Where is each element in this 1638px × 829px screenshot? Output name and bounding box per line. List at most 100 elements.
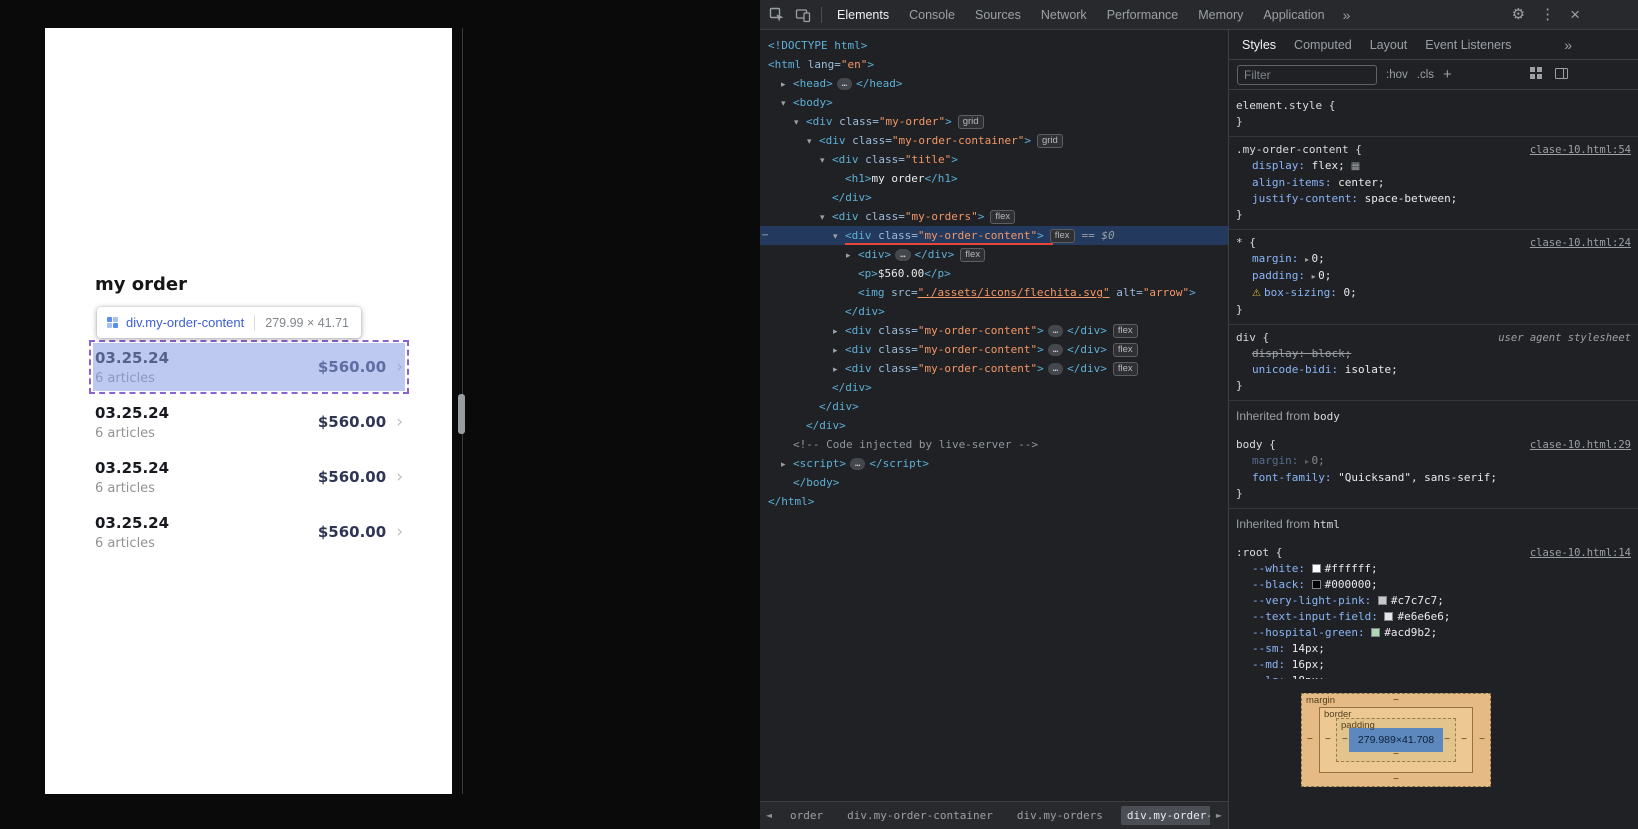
border-right-value[interactable]: −	[1461, 735, 1467, 745]
padding-right-value[interactable]: −	[1444, 735, 1450, 745]
css-declaration[interactable]: --black: #000000;	[1229, 577, 1638, 593]
layout-badge-flex[interactable]: flex	[1112, 343, 1138, 357]
breadcrumb-prev-icon[interactable]: ◄	[760, 811, 778, 820]
devtools-tab-elements[interactable]: Elements	[827, 0, 899, 30]
source-link[interactable]: clase-10.html:24	[1520, 235, 1631, 251]
css-declaration[interactable]: justify-content: space-between;	[1229, 191, 1638, 207]
order-list-item[interactable]: 03.25.246 articles$560.00›	[95, 455, 403, 499]
rule-selector[interactable]: .my-order-content {	[1236, 142, 1362, 158]
chevron-right-icon[interactable]: ›	[396, 468, 403, 486]
layout-badge-flex[interactable]: flex	[960, 248, 986, 262]
css-declaration[interactable]: padding: ▸ 0;	[1229, 268, 1638, 285]
source-link[interactable]: clase-10.html:29	[1520, 437, 1631, 453]
rule-selector[interactable]: body {	[1236, 437, 1276, 453]
tree-line[interactable]: ▸ <head>… </head>	[760, 74, 1228, 93]
css-declaration[interactable]: --md: 16px;	[1229, 657, 1638, 673]
scrollbar-thumb[interactable]	[458, 394, 465, 434]
tree-line[interactable]: </div>	[760, 188, 1228, 207]
css-declaration[interactable]: margin: ▸ 0;	[1229, 251, 1638, 268]
css-declaration[interactable]: margin: ▸ 0;	[1229, 453, 1638, 470]
sidebar-tab-styles[interactable]: Styles	[1233, 30, 1285, 60]
css-declaration[interactable]: font-family: "Quicksand", sans-serif;	[1229, 470, 1638, 486]
tree-line[interactable]: ▸ <script>… </script>	[760, 454, 1228, 473]
layout-badge-flex[interactable]: flex	[1049, 229, 1075, 243]
tree-line[interactable]: </div>	[760, 378, 1228, 397]
layout-badge-flex[interactable]: flex	[1112, 324, 1138, 338]
css-declaration[interactable]: unicode-bidi: isolate;	[1229, 362, 1638, 378]
breadcrumb-item[interactable]: order	[784, 806, 829, 825]
device-toolbar-icon[interactable]	[790, 2, 816, 28]
devtools-tab-network[interactable]: Network	[1031, 0, 1097, 30]
breadcrumb-item[interactable]: div.my-orders	[1011, 806, 1109, 825]
tree-line[interactable]: ▸ <div class="my-order-content">… </div> fl…	[760, 340, 1228, 359]
css-declaration[interactable]: ⚠ box-sizing: 0;	[1229, 285, 1638, 302]
tree-line[interactable]: ▾ <div class="title">	[760, 150, 1228, 169]
more-sidebar-tabs-icon[interactable]: »	[1564, 37, 1572, 53]
color-swatch[interactable]	[1377, 596, 1387, 605]
css-declaration[interactable]: align-items: center;	[1229, 175, 1638, 191]
border-left-value[interactable]: −	[1325, 735, 1331, 745]
collapsed-content-icon[interactable]: …	[1047, 363, 1064, 375]
margin-top-value[interactable]: −	[1393, 696, 1399, 706]
inherited-ref[interactable]: html	[1313, 518, 1340, 531]
tree-line[interactable]: ▸ <div class="my-order-content">… </div> fl…	[760, 321, 1228, 340]
page-scrollbar[interactable]	[456, 28, 468, 794]
tree-line[interactable]: <html lang="en">	[760, 55, 1228, 74]
box-model-padding[interactable]: padding − − − 279.989×41.708	[1336, 718, 1456, 762]
more-tabs-icon[interactable]: »	[1335, 0, 1359, 30]
devtools-tab-performance[interactable]: Performance	[1097, 0, 1189, 30]
inherited-ref[interactable]: body	[1313, 410, 1340, 423]
tree-line[interactable]: ⋯ ▾ <div class="my-order-content"> flex == $…	[760, 226, 1228, 245]
collapsed-content-icon[interactable]: …	[895, 249, 911, 261]
tree-line[interactable]: <h1>my order</h1>	[760, 169, 1228, 188]
breadcrumb-next-icon[interactable]: ►	[1210, 811, 1228, 820]
tree-line[interactable]: </html>	[760, 492, 1228, 511]
rule-selector[interactable]: * {	[1236, 235, 1256, 251]
sidebar-tab-layout[interactable]: Layout	[1361, 30, 1417, 60]
padding-left-value[interactable]: −	[1342, 735, 1348, 745]
settings-gear-icon[interactable]: ⚙	[1512, 7, 1525, 22]
flex-editor-icon[interactable]: ▦	[1351, 161, 1360, 172]
tree-line[interactable]: </div>	[760, 397, 1228, 416]
source-link[interactable]: clase-10.html:54	[1520, 142, 1631, 158]
margin-right-value[interactable]: −	[1479, 735, 1485, 745]
swatch-grid-icon[interactable]	[1530, 66, 1542, 84]
rule-selector[interactable]: :root {	[1236, 545, 1282, 561]
collapsed-content-icon[interactable]: …	[1047, 325, 1064, 337]
chevron-right-icon[interactable]: ›	[396, 413, 403, 431]
breadcrumb-item[interactable]: div.my-order-content	[1120, 806, 1210, 825]
toggle-element-state-button[interactable]: :hov	[1386, 69, 1408, 81]
layout-badge-flex[interactable]: flex	[990, 210, 1016, 224]
filter-input[interactable]	[1237, 64, 1377, 85]
order-list-item[interactable]: 03.25.246 articles$560.00›	[89, 340, 409, 394]
more-actions-icon[interactable]: ⋯	[762, 226, 769, 245]
source-link[interactable]: user agent stylesheet	[1488, 330, 1631, 346]
tree-line[interactable]: <!DOCTYPE html>	[760, 36, 1228, 55]
css-declaration[interactable]: --text-input-field: #e6e6e6;	[1229, 609, 1638, 625]
tree-line[interactable]: ▾ <div class="my-order-container"> grid	[760, 131, 1228, 150]
box-model-border[interactable]: border − − padding − − − 279.989×41.708	[1319, 707, 1473, 773]
tree-line[interactable]: <img src="./assets/icons/flechita.svg" a…	[760, 283, 1228, 302]
css-declaration[interactable]: --hospital-green: #acd9b2;	[1229, 625, 1638, 641]
order-list-item[interactable]: 03.25.246 articles$560.00›	[95, 510, 403, 554]
close-devtools-icon[interactable]: ×	[1570, 6, 1580, 23]
inspect-element-icon[interactable]	[764, 2, 790, 28]
collapsed-content-icon[interactable]: …	[836, 78, 853, 90]
devtools-tab-memory[interactable]: Memory	[1188, 0, 1253, 30]
kebab-menu-icon[interactable]: ⋮	[1540, 7, 1555, 22]
tree-line[interactable]: ▾ <body>	[760, 93, 1228, 112]
chevron-right-icon[interactable]: ›	[396, 523, 403, 541]
color-swatch[interactable]	[1371, 628, 1381, 637]
tree-line[interactable]: <p>$560.00</p>	[760, 264, 1228, 283]
collapsed-content-icon[interactable]: …	[849, 458, 866, 470]
layout-badge-grid[interactable]: grid	[1036, 134, 1063, 148]
sidebar-tab-computed[interactable]: Computed	[1285, 30, 1361, 60]
tree-line[interactable]: </body>	[760, 473, 1228, 492]
layout-badge-grid[interactable]: grid	[957, 115, 984, 129]
css-declaration[interactable]: --sm: 14px;	[1229, 641, 1638, 657]
margin-bottom-value[interactable]: −	[1393, 775, 1399, 785]
devtools-tab-application[interactable]: Application	[1253, 0, 1334, 30]
sidebar-panel-icon[interactable]	[1555, 66, 1568, 84]
color-swatch[interactable]	[1311, 580, 1321, 589]
tree-line[interactable]: </div>	[760, 416, 1228, 435]
